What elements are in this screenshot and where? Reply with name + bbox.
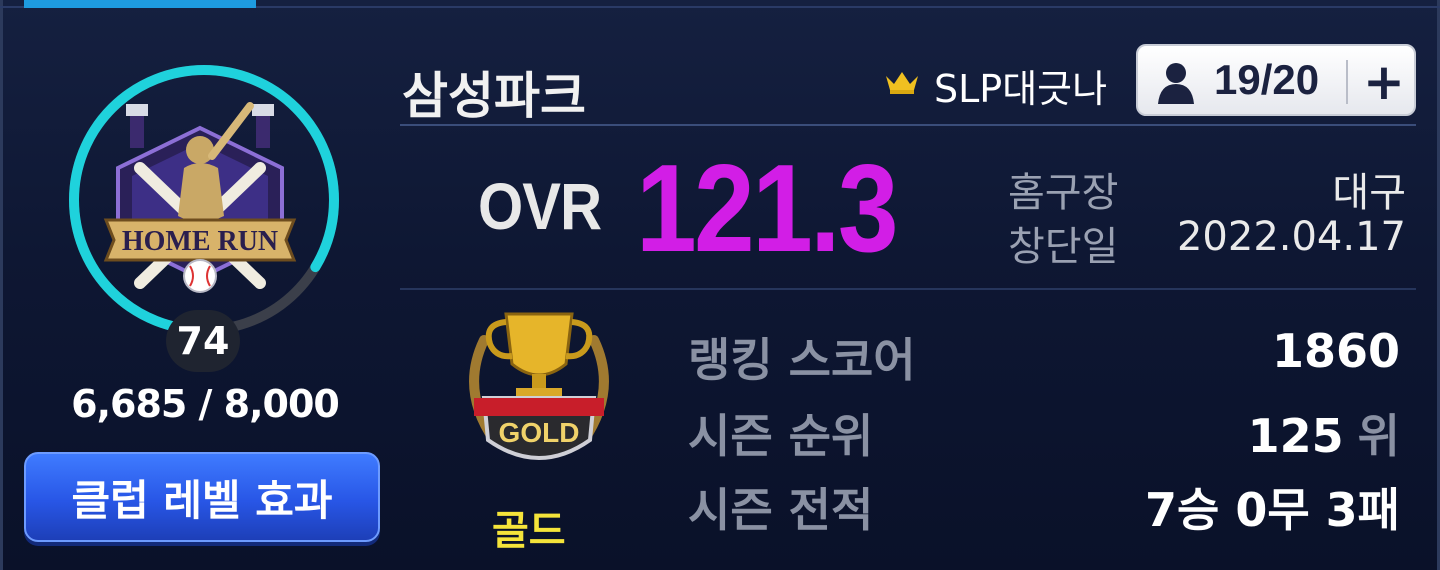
member-count-box[interactable]: 19/20 + xyxy=(1136,44,1416,116)
founded-date-value: 2022.04.17 xyxy=(1176,214,1406,260)
ovr-value: 121.3 xyxy=(636,140,899,278)
season-record-label: 시즌 전적 xyxy=(688,483,874,537)
section-divider xyxy=(400,288,1416,290)
ranking-score-value: 1860 xyxy=(1272,324,1400,378)
club-owner-name: SLP대긋나 xyxy=(934,67,1108,111)
club-exp-text: 6,685 / 8,000 xyxy=(71,382,340,426)
club-emblem-icon: HOME RUN xyxy=(103,102,297,293)
season-rank-unit: 위 xyxy=(1357,409,1400,463)
home-stadium-value: 대구 xyxy=(1332,170,1406,216)
gold-tier-trophy-icon: GOLD xyxy=(469,312,609,460)
panel-border-left xyxy=(0,0,3,570)
tier-name: 골드 xyxy=(492,508,566,554)
club-level-effect-button[interactable]: 클럽 레벨 효과 xyxy=(24,452,380,542)
crown-icon xyxy=(886,72,918,94)
emblem-text: HOME RUN xyxy=(122,226,278,257)
member-count: 19/20 xyxy=(1214,56,1320,103)
founded-date-label: 창단일 xyxy=(1008,224,1119,270)
active-tab-indicator xyxy=(24,0,256,8)
person-icon xyxy=(1158,63,1194,104)
member-divider xyxy=(1346,60,1348,104)
season-rank-value: 125 위 xyxy=(1248,400,1400,466)
ovr-label: OVR xyxy=(478,169,602,243)
season-rank-number: 125 xyxy=(1247,409,1344,463)
ranking-score-number: 1860 xyxy=(1271,324,1400,378)
club-name: 삼성파크 xyxy=(402,67,586,125)
season-record-value: 7승 0무 3패 xyxy=(1144,483,1400,537)
home-stadium-label: 홈구장 xyxy=(1008,170,1119,216)
tier-badge-text: GOLD xyxy=(499,417,580,448)
season-rank-label: 시즌 순위 xyxy=(688,409,874,463)
club-level-badge: 74 xyxy=(166,310,240,372)
add-member-button[interactable]: + xyxy=(1360,53,1408,111)
header-divider xyxy=(400,124,1416,126)
ranking-score-label: 랭킹 스코어 xyxy=(688,333,916,387)
